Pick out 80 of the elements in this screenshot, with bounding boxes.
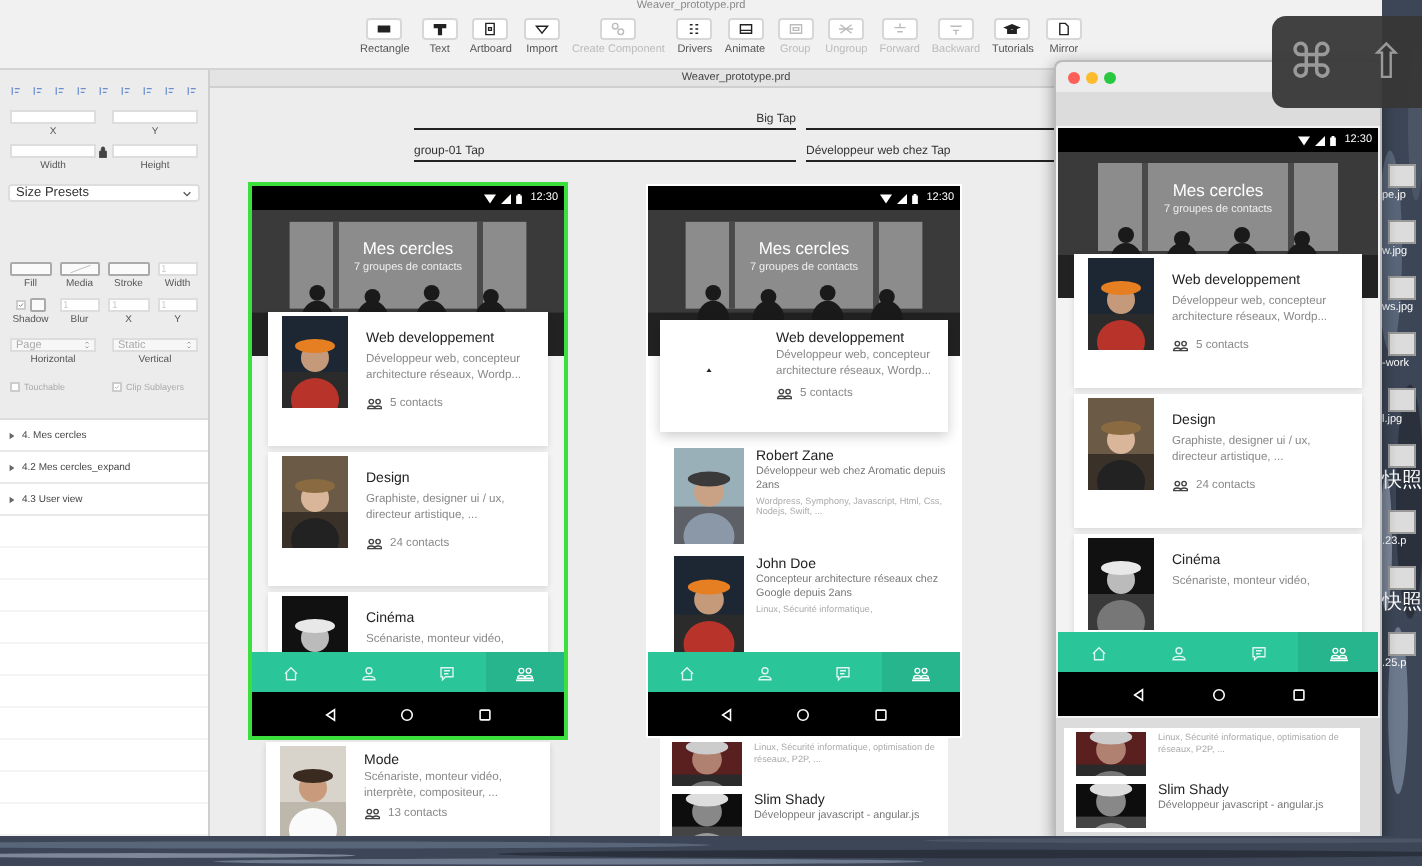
align-icon[interactable] [184, 86, 200, 96]
align-icon[interactable] [140, 86, 156, 96]
back-button[interactable] [1131, 687, 1145, 701]
user-icon [756, 663, 774, 681]
align-icon[interactable] [30, 86, 46, 96]
tab[interactable] [486, 652, 564, 692]
home-button[interactable] [1211, 687, 1225, 701]
backward-icon [937, 18, 974, 40]
color-swatch[interactable] [108, 262, 149, 276]
signal-icon [1314, 135, 1327, 145]
input-field[interactable] [112, 110, 198, 124]
screen-title: Mes cercles [758, 238, 850, 258]
align-icon[interactable] [8, 86, 24, 96]
graduation-cap-icon [994, 18, 1031, 40]
text-icon [421, 18, 458, 40]
battery-icon [516, 193, 523, 203]
align-icon[interactable] [162, 86, 178, 96]
maximize-button[interactable] [1104, 71, 1116, 83]
disclosure-triangle-icon[interactable] [8, 495, 16, 503]
input-field[interactable] [112, 144, 198, 158]
rectangle-icon [366, 18, 403, 40]
checkbox[interactable] [112, 382, 122, 392]
align-icon[interactable] [96, 86, 112, 96]
battery-icon [1330, 135, 1337, 145]
media-swatch[interactable] [59, 262, 100, 276]
chat-icon [834, 663, 852, 681]
back-button[interactable] [323, 707, 338, 721]
chat-icon [1249, 643, 1267, 661]
people-icon [1172, 338, 1188, 352]
home-icon [678, 663, 696, 681]
chevron-icon [182, 189, 192, 197]
minimize-button[interactable] [1086, 71, 1098, 83]
artboard-icon [472, 18, 509, 40]
people-icon [776, 386, 792, 400]
animate-icon [727, 18, 764, 40]
wifi-icon [880, 193, 893, 203]
color-swatch[interactable] [29, 298, 46, 312]
recents-button[interactable] [478, 707, 493, 721]
user-icon [360, 663, 378, 681]
wifi-icon [484, 193, 497, 203]
lock-icon[interactable] [98, 146, 108, 158]
align-icon[interactable] [74, 86, 90, 96]
close-button[interactable] [1068, 71, 1080, 83]
drivers-icon [676, 18, 713, 40]
home-button[interactable] [796, 707, 811, 721]
signal-icon [500, 193, 513, 203]
forward-icon [881, 18, 918, 40]
checkbox[interactable] [15, 300, 26, 310]
group-icon [912, 663, 930, 681]
home-icon [1089, 643, 1107, 661]
ungroup-icon [828, 18, 865, 40]
tab[interactable] [882, 652, 960, 692]
document-icon [1045, 18, 1082, 40]
user-icon [1169, 643, 1187, 661]
caret-icon[interactable] [706, 367, 712, 373]
home-icon [282, 663, 300, 681]
recents-button[interactable] [1291, 687, 1305, 701]
people-icon [1172, 478, 1188, 492]
battery-icon [912, 193, 919, 203]
chat-icon [438, 663, 456, 681]
signal-icon [896, 193, 909, 203]
disclosure-triangle-icon[interactable] [8, 431, 16, 439]
recents-button[interactable] [874, 707, 889, 721]
tab[interactable] [1298, 632, 1378, 672]
group-icon [777, 18, 814, 40]
input-field[interactable] [10, 144, 96, 158]
people-icon [366, 396, 382, 410]
input-field[interactable] [10, 110, 96, 124]
component-icon [600, 18, 637, 40]
color-swatch[interactable] [10, 262, 51, 276]
wifi-icon [1298, 135, 1311, 145]
back-button[interactable] [719, 707, 734, 721]
align-icon[interactable] [52, 86, 68, 96]
align-icon[interactable] [118, 86, 134, 96]
people-icon [364, 806, 380, 820]
disclosure-triangle-icon[interactable] [8, 463, 16, 471]
people-icon [366, 536, 382, 550]
home-button[interactable] [400, 707, 415, 721]
group-icon [516, 663, 534, 681]
group-icon [1329, 643, 1347, 661]
